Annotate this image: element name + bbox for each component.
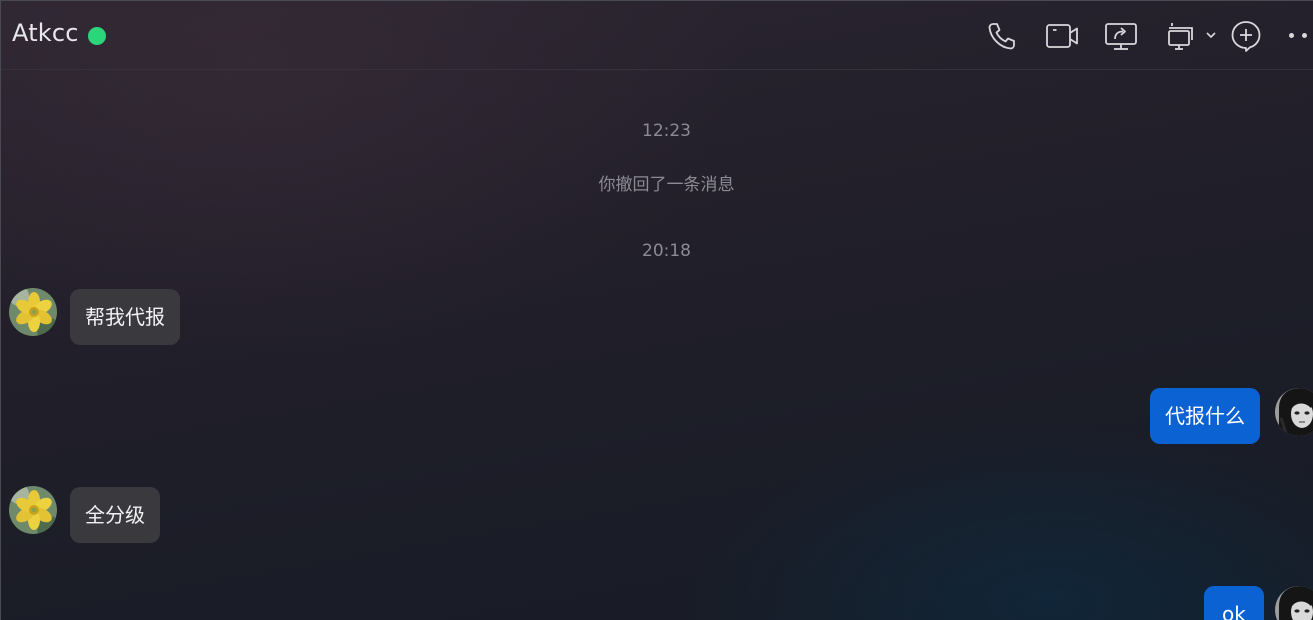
screen-share-icon (1105, 23, 1137, 50)
timestamp: 12:23 (642, 121, 691, 141)
contact-name[interactable]: Atkcc (12, 19, 79, 47)
video-camera-icon (1046, 24, 1078, 48)
voice-call-button[interactable] (985, 19, 1019, 53)
incoming-message[interactable]: 帮我代报 (70, 289, 180, 345)
timestamp: 20:18 (642, 241, 691, 261)
portrait-avatar-image (1275, 586, 1313, 620)
more-icon[interactable] (1289, 33, 1313, 41)
recall-notice: 你撤回了一条消息 (598, 175, 735, 195)
outgoing-message[interactable]: 代报什么 (1150, 388, 1260, 444)
video-call-button[interactable] (1045, 19, 1079, 53)
contact-avatar[interactable] (9, 486, 57, 534)
incoming-message[interactable]: 全分级 (70, 487, 160, 543)
portrait-avatar-image (1275, 388, 1313, 436)
chevron-down-icon[interactable] (1205, 29, 1217, 41)
contact-avatar[interactable] (9, 288, 57, 336)
outgoing-message[interactable]: ok (1204, 586, 1264, 620)
flower-avatar-image (9, 486, 57, 534)
online-status-indicator (88, 27, 106, 45)
add-chat-icon (1231, 21, 1261, 52)
chat-header: Atkcc (1, 1, 1313, 70)
self-avatar[interactable] (1275, 586, 1313, 620)
phone-icon (988, 23, 1015, 50)
self-avatar[interactable] (1275, 388, 1313, 436)
screenshot-button[interactable] (1164, 19, 1198, 53)
screen-share-button[interactable] (1104, 19, 1138, 53)
add-member-button[interactable] (1229, 19, 1263, 53)
chat-window: Atkcc 12:23 你撤回了一条消息 20:18 帮我代报 代报什么 全分级… (0, 0, 1313, 620)
flower-avatar-image (9, 288, 57, 336)
screenshot-icon (1168, 23, 1193, 50)
